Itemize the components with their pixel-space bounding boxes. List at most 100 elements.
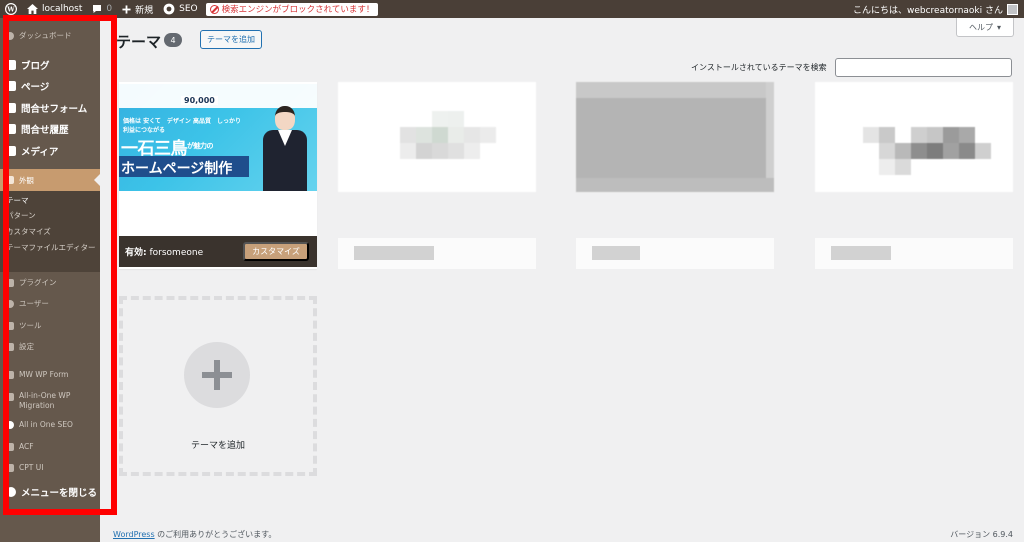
blurred-theme-name [354,246,434,260]
menu-label: プラグイン [19,278,57,287]
menu-label: メディア [21,147,59,158]
wordpress-link[interactable]: WordPress [113,530,155,539]
screenshot-features: 価格は 安くて デザイン 高品質 しっかり 利益につながる [123,118,241,134]
appearance-submenu: テーマ パターン カスタマイズ テーマファイルエディター [0,191,100,272]
search-engine-blocked-alert[interactable]: 検索エンジンがブロックされています！ [205,2,379,16]
search-label: インストールされているテーマを検索 [691,63,827,72]
menu-cpt-ui[interactable]: CPT UI [0,463,100,472]
footer-thanks: WordPress のご利用ありがとうございます。 [113,529,276,540]
page-icon [6,81,16,91]
wordpress-logo-button[interactable]: W [0,0,22,18]
comment-icon [93,5,102,13]
admin-bar: W localhost 0 新規 SEO 検索エンジンがブロックされています！ … [0,0,1024,18]
menu-label: 外観 [19,175,34,185]
menu-page[interactable]: ページ [0,79,100,93]
menu-label: 問合せ履歴 [21,125,69,136]
screenshot-subhead: ホームページ制作 [121,161,233,177]
wrench-icon [6,321,14,330]
screenshot-person [259,106,311,191]
avatar [1007,3,1018,15]
greeting-text: こんにちは、webcreatornaoki さん [853,5,1003,16]
theme-footer [576,238,774,269]
media-icon [6,146,16,156]
customize-button[interactable]: カスタマイズ [243,242,309,261]
site-name-link[interactable]: localhost [22,0,87,18]
active-theme-card[interactable]: 90,000 価格は 安くて デザイン 高品質 しっかり 利益につながる 一石三… [119,82,317,269]
footer-thanks-text: のご利用ありがとうございます。 [154,530,277,539]
blocked-icon [209,4,219,14]
caret-down-icon: ▾ [996,22,1001,32]
alert-label: 検索エンジンがブロックされています！ [221,5,375,15]
svg-text:W: W [6,5,15,13]
page-title: テーマ [116,33,162,51]
menu-label: ブログ [21,61,50,72]
theme-card-2[interactable] [338,82,536,269]
add-new-theme-button[interactable]: テーマを追加 [200,30,262,49]
theme-screenshot [576,82,774,192]
site-name-label: localhost [42,4,83,14]
menu-all-in-one-wp-migration[interactable]: All-in-One WP Migration [0,391,100,411]
aioseo-icon [6,420,14,429]
comments-link[interactable]: 0 [87,0,117,18]
acf-icon [6,442,14,451]
menu-label: ページ [21,82,50,93]
menu-dashboard[interactable]: ダッシュボード [0,30,100,41]
active-theme-name: 有効: forsomeone [125,245,203,258]
users-icon [6,299,14,308]
active-theme-title: forsomeone [149,248,204,258]
menu-media[interactable]: メディア [0,144,100,158]
plus-icon [184,342,250,408]
menu-users[interactable]: ユーザー [0,298,100,309]
menu-plugins[interactable]: プラグイン [0,277,100,288]
comments-count: 0 [106,4,113,14]
submenu-patterns[interactable]: パターン [6,211,96,221]
submenu-customize[interactable]: カスタマイズ [6,227,96,237]
menu-label: ACF [19,442,34,451]
seo-menu-link[interactable]: SEO [158,0,202,18]
seo-gear-icon [163,3,175,15]
theme-footer [815,238,1013,269]
menu-mw-wp-form[interactable]: MW WP Form [0,370,100,379]
menu-settings[interactable]: 設定 [0,341,100,352]
wordpress-icon: W [5,3,17,15]
active-prefix: 有効: [125,248,147,258]
theme-screenshot [338,82,536,192]
menu-appearance[interactable]: 外観 [0,169,100,191]
add-new-theme-label: テーマを追加 [190,441,245,451]
submenu-theme-file-editor[interactable]: テーマファイルエディター [6,243,96,253]
help-label: ヘルプ [968,22,993,32]
theme-search-input[interactable] [835,58,1012,77]
menu-all-in-one-seo[interactable]: All in One SEO [0,420,100,429]
menu-contact-history[interactable]: 問合せ履歴 [0,122,100,136]
menu-label: All-in-One WP Migration [19,391,71,410]
cpt-icon [6,463,14,472]
menu-blog[interactable]: ブログ [0,58,100,72]
submenu-themes[interactable]: テーマ [6,196,96,206]
theme-card-3[interactable] [576,82,774,269]
theme-screenshot: 90,000 価格は 安くて デザイン 高品質 しっかり 利益につながる 一石三… [119,84,317,191]
form-icon [6,370,14,379]
help-tab-button[interactable]: ヘルプ ▾ [956,18,1014,37]
add-new-theme-tile[interactable]: テーマを追加 [119,296,317,476]
menu-label: ツール [19,321,42,330]
blurred-theme-name [592,246,640,260]
footer-version: バージョン 6.9.4 [950,530,1013,539]
menu-contact-form[interactable]: 問合せフォーム [0,101,100,115]
menu-acf[interactable]: ACF [0,442,100,451]
my-account-link[interactable]: こんにちは、webcreatornaoki さん [853,3,1024,16]
brush-icon [6,176,14,184]
theme-footer [338,238,536,269]
plugin-icon [6,278,14,287]
menu-tools[interactable]: ツール [0,320,100,331]
pin-icon [6,60,16,70]
collapse-menu-button[interactable]: メニューを閉じる [0,485,100,499]
menu-label: 設定 [19,342,34,351]
screenshot-topbar [119,84,317,108]
menu-label: All in One SEO [19,420,73,429]
seo-label: SEO [179,4,198,14]
admin-sidebar: ダッシュボード ブログ ページ 問合せフォーム 問合せ履歴 メディア 外観 テー… [0,18,100,542]
theme-card-4[interactable] [815,82,1013,269]
new-content-link[interactable]: 新規 [117,0,158,18]
mail-icon [6,103,16,113]
new-content-label: 新規 [135,5,154,16]
